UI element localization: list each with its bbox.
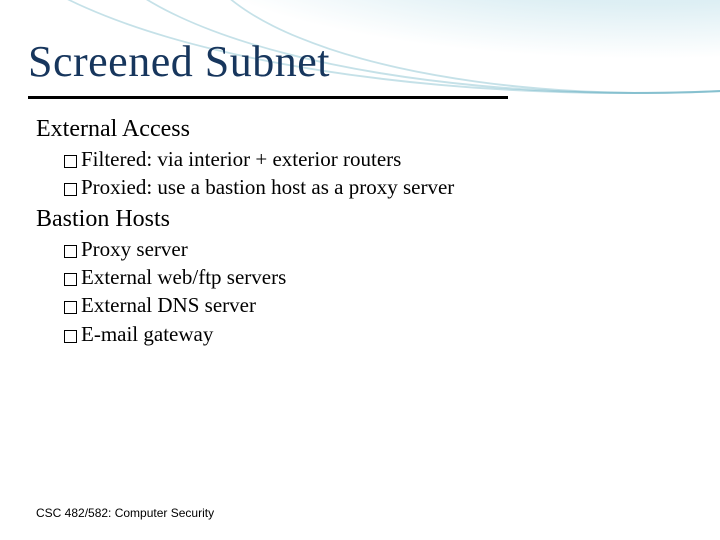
bullet-box-icon <box>64 245 77 258</box>
bullet-box-icon <box>64 273 77 286</box>
list-item: Filtered: via interior + exterior router… <box>64 145 676 173</box>
bullet-box-icon <box>64 155 77 168</box>
section-heading: Bastion Hosts <box>36 206 676 233</box>
list-item: Proxy server <box>64 235 676 263</box>
list-item: Proxied: use a bastion host as a proxy s… <box>64 173 676 201</box>
list-item-text: External web/ftp servers <box>81 263 286 291</box>
bullet-box-icon <box>64 301 77 314</box>
section-items: Filtered: via interior + exterior router… <box>64 145 676 202</box>
title-underline <box>28 96 508 99</box>
list-item-text: Proxy server <box>81 235 188 263</box>
list-item-text: E-mail gateway <box>81 320 213 348</box>
list-item-text: Proxied: use a bastion host as a proxy s… <box>81 173 454 201</box>
list-item-text: External DNS server <box>81 291 256 319</box>
bullet-box-icon <box>64 330 77 343</box>
section-heading: External Access <box>36 116 676 143</box>
list-item: External DNS server <box>64 291 676 319</box>
bullet-box-icon <box>64 183 77 196</box>
section-items: Proxy server External web/ftp servers Ex… <box>64 235 676 348</box>
slide-title: Screened Subnet <box>28 36 330 87</box>
list-item-text: Filtered: via interior + exterior router… <box>81 145 401 173</box>
slide-body: External Access Filtered: via interior +… <box>36 112 676 348</box>
slide-footer: CSC 482/582: Computer Security <box>36 506 214 520</box>
list-item: External web/ftp servers <box>64 263 676 291</box>
list-item: E-mail gateway <box>64 320 676 348</box>
